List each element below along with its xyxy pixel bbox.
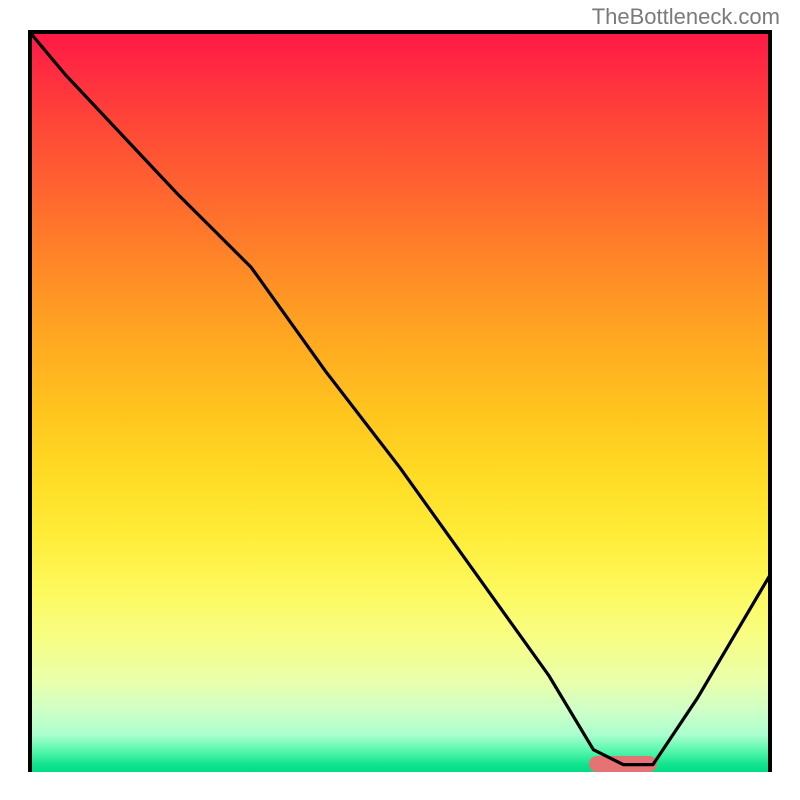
bottleneck-curve <box>28 30 772 772</box>
chart-plot-area <box>28 30 772 772</box>
watermark-text: TheBottleneck.com <box>592 4 780 30</box>
